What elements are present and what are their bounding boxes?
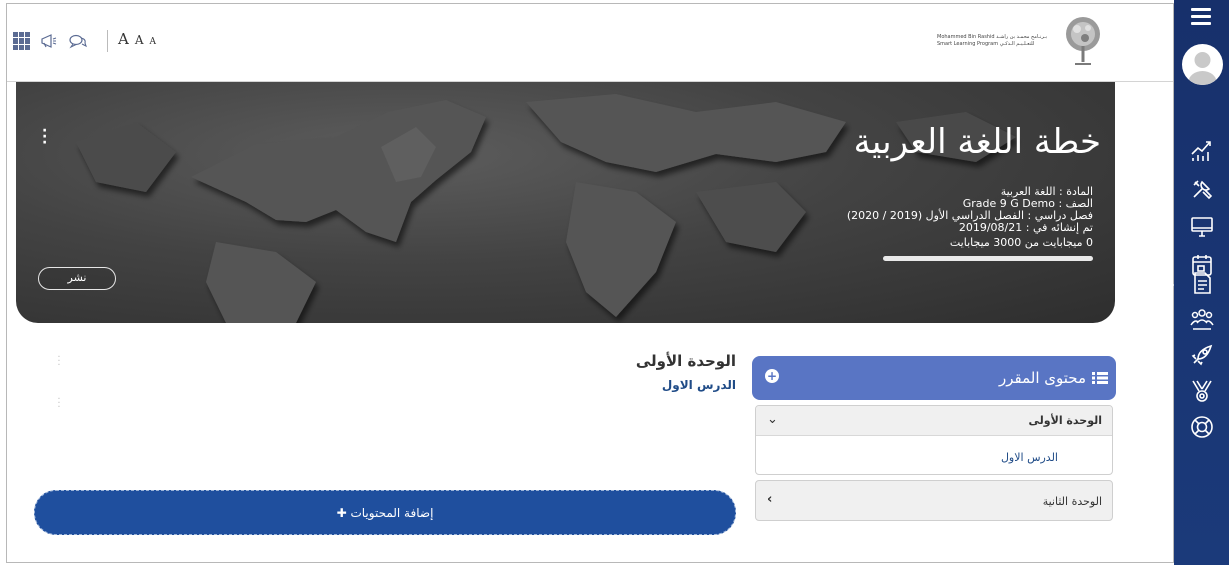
apps-grid-icon[interactable] [13, 32, 31, 50]
program-logo: Mohammed Bin Rashid بـرنـامج محمـد بن را… [937, 14, 1103, 68]
course-created-date: تم إنشائه في : 2019/08/21 [958, 221, 1093, 234]
font-size-controls: A A A [107, 30, 156, 52]
unit-accordion-1-lesson-link[interactable]: الدرس الاول [1001, 451, 1058, 464]
rocket-icon[interactable] [1189, 342, 1215, 368]
lesson-options-kebab[interactable]: · · · [56, 395, 62, 413]
publish-button[interactable]: نشر [38, 267, 116, 290]
font-size-medium[interactable]: A [135, 33, 144, 47]
menu-icon[interactable] [1191, 8, 1211, 29]
unit-accordion-1-label: الوحدة الأولى [1028, 414, 1102, 427]
add-content-button[interactable]: ✚ إضافة المحتويات [34, 490, 736, 535]
chevron-left-icon[interactable]: ‹ [767, 492, 772, 507]
unit-accordion-1: ⌄ الوحدة الأولى الدرس الاول [755, 405, 1113, 475]
unit-accordion-2-label: الوحدة الثانية [1042, 495, 1102, 508]
reports-icon[interactable] [1189, 138, 1215, 164]
course-content-header: + محتوى المقرر [752, 356, 1116, 400]
help-lifebuoy-icon[interactable] [1189, 414, 1215, 440]
tools-icon[interactable] [1189, 176, 1215, 202]
list-icon [1092, 372, 1108, 384]
font-size-large[interactable]: A [118, 30, 129, 48]
unit-options-kebab[interactable]: · · · [56, 353, 62, 371]
unit-accordion-1-header[interactable]: ⌄ الوحدة الأولى [756, 406, 1112, 436]
unit-accordion-2[interactable]: ‹ الوحدة الثانية [755, 480, 1113, 521]
tree-logo-icon [1066, 17, 1100, 65]
course-title: خطة اللغة العربية [853, 122, 1101, 162]
course-content-title: محتوى المقرر [998, 369, 1086, 387]
banner-options-kebab[interactable]: · · · [42, 124, 47, 150]
lesson-link[interactable]: الدرس الاول [662, 378, 736, 392]
course-meta: المادة : اللغة العربية الصف : Grade 9 G … [847, 186, 1093, 234]
storage-progress-bar [883, 256, 1093, 261]
monitor-icon[interactable] [1189, 214, 1215, 240]
unit-title: الوحدة الأولى [635, 352, 736, 370]
medal-icon[interactable] [1189, 378, 1215, 404]
megaphone-icon[interactable] [39, 32, 59, 50]
logo-line-2: Smart Learning Program للتعـلـيـم الـذكـ… [937, 41, 1035, 47]
top-bar: A A A Mohammed Bin Rashid بـرنـامج محمـد… [7, 4, 1173, 82]
active-item-marker [1168, 279, 1174, 291]
add-unit-plus-icon[interactable]: + [765, 369, 779, 383]
storage-usage-text: 0 ميجابايت من 3000 ميجابايت [949, 236, 1093, 249]
font-size-small[interactable]: A [150, 37, 157, 47]
right-sidebar [1174, 0, 1229, 565]
chevron-down-icon[interactable]: ⌄ [767, 412, 778, 427]
logo-line-1: Mohammed Bin Rashid بـرنـامج محمـد بن را… [937, 34, 1047, 40]
document-icon[interactable] [1189, 270, 1215, 296]
users-group-icon[interactable] [1189, 306, 1215, 332]
user-avatar[interactable] [1182, 44, 1223, 85]
chat-bubbles-icon[interactable] [67, 32, 87, 50]
course-banner: · · · خطة اللغة العربية المادة : اللغة الع… [16, 82, 1115, 323]
